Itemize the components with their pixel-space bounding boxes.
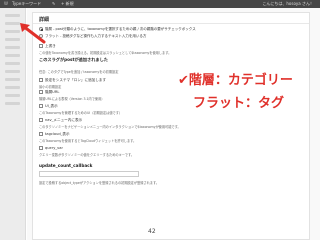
- sidebar-menu-item[interactable]: [5, 86, 20, 89]
- admin-bar-site-name[interactable]: Typeキーワード: [12, 0, 41, 8]
- sidebar-menu-item[interactable]: [5, 102, 20, 105]
- query-var-label: query_var: [45, 146, 63, 150]
- comments-icon[interactable]: ✎: [52, 0, 55, 8]
- rewrite-label: 上書き: [45, 44, 56, 48]
- nav-menus-checkbox[interactable]: [39, 118, 43, 122]
- rewrite-checkbox[interactable]: [39, 44, 43, 48]
- system-description: 最小の初期設定: [39, 85, 62, 89]
- field-label: 任意: このタグでTypeを追加 / taxonomyをの初期設定: [39, 70, 119, 74]
- annotation-hierarchical: ✔階層：カテゴリー: [178, 73, 293, 88]
- admin-bar-howdy[interactable]: こんにちは、hosoya さん！: [262, 0, 314, 8]
- tagcloud-checkbox[interactable]: [39, 132, 43, 136]
- slug-heading: このスラグがpostが追加されました: [39, 57, 108, 62]
- main-content: 詳細 階層 - post分類のように、taxonomyを選択するための親 / 次…: [27, 8, 320, 240]
- sidebar-menu-item[interactable]: [5, 94, 20, 97]
- rewrite-description: この値をTaxonomyを書き換える。初期設定はスラッシュとして$taxonom…: [39, 51, 172, 55]
- annotation-flat: フラット：タグ: [193, 96, 285, 111]
- hierarchical-url-label: 階層URL: [45, 90, 60, 94]
- admin-bar-new[interactable]: + 新規: [61, 0, 74, 8]
- slide-frame: W Typeキーワード ✎ + 新規 こんにちは、hosoya さん！ 詳細 階…: [0, 0, 320, 240]
- callback-description: 設定で投稿するobject_typeがアクションを登録されるの初期設定が登録され…: [39, 181, 160, 185]
- sidebar-menu-item[interactable]: [5, 54, 20, 57]
- flat-option-label: フラット - 投稿タグなど操作も入力するテキスト入力を用いる方: [45, 34, 147, 38]
- show-ui-label: UI_表示: [45, 104, 58, 108]
- system-checkbox[interactable]: [39, 78, 43, 82]
- sidebar-menu-item[interactable]: [5, 62, 20, 65]
- admin-bar: W Typeキーワード ✎ + 新規 こんにちは、hosoya さん！: [0, 0, 320, 8]
- nav-menus-label: nav_メニュー内に表示: [45, 118, 83, 122]
- query-var-checkbox[interactable]: [39, 146, 43, 150]
- advanced-settings-panel: 詳細 階層 - post分類のように、taxonomyを選択するための親 / 次…: [32, 12, 310, 240]
- divider: [33, 23, 309, 24]
- nav-menus-description: このタクソノミーをナビゲーションメニュー内のインタラクションで$taxonomy…: [39, 125, 181, 129]
- show-ui-description: このTaxonomyを管理するためのUI（初期設定は値です）: [39, 111, 123, 115]
- tagcloud-description: このTaxonomyを使用するとTagCloudウィジェットを許可します。: [39, 139, 137, 143]
- page-number: 42: [148, 228, 156, 235]
- tagcloud-label: tagcloud_表示: [45, 132, 70, 136]
- query-var-description: クエリー変数がタクソノミーの値をクエリーするためのキーです。: [39, 153, 135, 157]
- system-label: 設定をシステマ「ロン」に追加します: [45, 78, 107, 82]
- sidebar-menu-item[interactable]: [5, 70, 20, 73]
- wordpress-logo-icon[interactable]: W: [4, 0, 8, 8]
- callback-input[interactable]: [39, 171, 139, 177]
- callback-heading: update_count_callback: [39, 163, 93, 168]
- red-arrow-icon: [20, 23, 46, 44]
- sidebar-menu-item[interactable]: [5, 46, 20, 49]
- show-ui-checkbox[interactable]: [39, 104, 43, 108]
- sidebar-menu-item[interactable]: [5, 14, 20, 17]
- hierarchical-option-label: 階層 - post分類のように、taxonomyを選択するための親 / 次の親階…: [45, 27, 196, 31]
- hierarchical-url-checkbox[interactable]: [39, 90, 43, 94]
- sidebar-menu-item[interactable]: [5, 78, 20, 81]
- hierarchical-url-description: 階層URLによる表現（Version 3.1内で使用）: [39, 97, 105, 101]
